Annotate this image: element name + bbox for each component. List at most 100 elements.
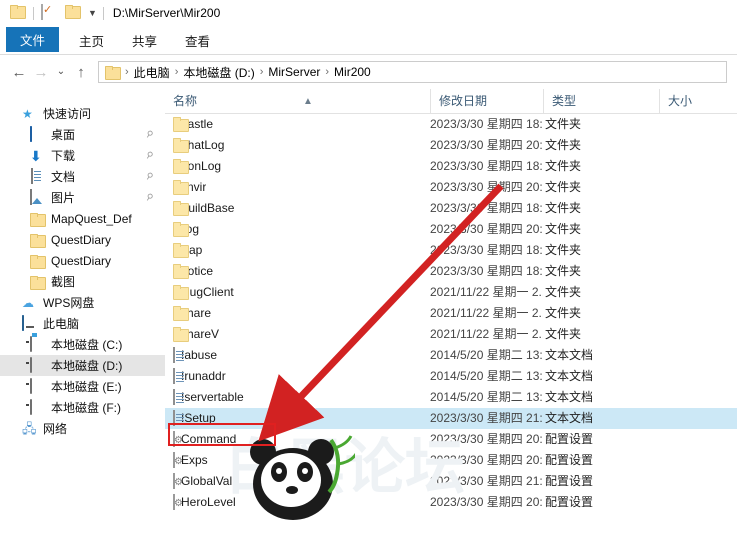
sidebar-item-4[interactable]: 图片 ⚲ [0, 187, 165, 208]
sidebar-item-2[interactable]: ⬇ 下载 ⚲ [0, 145, 165, 166]
tab-view[interactable]: 查看 [171, 26, 224, 54]
sidebar-item-9[interactable]: ☁ WPS网盘 [0, 292, 165, 313]
sidebar-item-13[interactable]: 本地磁盘 (E:) [0, 376, 165, 397]
file-name-label: Command [181, 432, 237, 446]
tab-home[interactable]: 主页 [65, 26, 118, 54]
cell-size [659, 114, 737, 135]
new-folder-icon[interactable] [65, 5, 81, 21]
table-row[interactable]: Map 2023/3/30 星期四 18:... 文件夹 [165, 240, 737, 261]
tab-share[interactable]: 共享 [118, 26, 171, 54]
column-header-date[interactable]: 修改日期 [430, 89, 543, 114]
sidebar-item-7[interactable]: QuestDiary [0, 250, 165, 271]
table-row[interactable]: !servertable 2014/5/20 星期二 13:... 文本文档 [165, 387, 737, 408]
pin-icon[interactable]: ⚲ [144, 149, 155, 162]
forward-arrow-icon[interactable]: → [30, 65, 52, 80]
sidebar-item-5[interactable]: MapQuest_Def [0, 208, 165, 229]
sidebar-item-6[interactable]: QuestDiary [0, 229, 165, 250]
cell-size [659, 240, 737, 261]
cell-name: PlugClient [165, 282, 430, 303]
sidebar-item-1[interactable]: 桌面 ⚲ [0, 124, 165, 145]
cell-type: 文本文档 [545, 390, 594, 404]
table-row[interactable]: ConLog 2023/3/30 星期四 18:... 文件夹 [165, 156, 737, 177]
cell-date: 2014/5/20 星期二 13:... [430, 348, 543, 362]
cell-name: ChatLog [165, 135, 430, 156]
cell-type: 文件夹 [545, 201, 582, 215]
pin-icon[interactable]: ⚲ [144, 170, 155, 183]
cell-size [659, 156, 737, 177]
table-row[interactable]: PlugClient 2021/11/22 星期一 2... 文件夹 [165, 282, 737, 303]
cell-name: ShareV [165, 324, 430, 345]
folder-icon [30, 274, 46, 290]
cell-size [659, 450, 737, 471]
table-row[interactable]: Share 2021/11/22 星期一 2... 文件夹 [165, 303, 737, 324]
cell-size [659, 177, 737, 198]
column-header-size[interactable]: 大小 [659, 89, 737, 114]
sidebar-item-3[interactable]: 文档 ⚲ [0, 166, 165, 187]
cell-date: 2023/3/30 星期四 21:... [430, 411, 543, 425]
sidebar-item-11[interactable]: 本地磁盘 (C:) [0, 334, 165, 355]
tab-file[interactable]: 文件 [6, 27, 60, 52]
pin-icon[interactable]: ⚲ [144, 191, 155, 204]
table-row[interactable]: Castle 2023/3/30 星期四 18:... 文件夹 [165, 114, 737, 135]
folder-icon[interactable] [10, 5, 26, 21]
network-icon: 🖧 [22, 420, 37, 436]
pin-icon[interactable]: ⚲ [144, 128, 155, 141]
cell-type: 配置设置 [545, 432, 594, 446]
folder-icon [173, 177, 179, 198]
customize-caret-icon[interactable]: ▼ [88, 8, 97, 18]
sidebar-item-10[interactable]: 此电脑 [0, 313, 165, 334]
back-arrow-icon[interactable]: ← [8, 65, 30, 80]
cell-size [659, 366, 737, 387]
breadcrumb-item-mirserver[interactable]: MirServer [264, 65, 324, 79]
cell-size [659, 492, 737, 513]
cell-name: !runaddr [165, 366, 430, 387]
table-row[interactable]: ChatLog 2023/3/30 星期四 20:... 文件夹 [165, 135, 737, 156]
cloud-icon: ☁ [22, 295, 34, 310]
table-row[interactable]: !abuse 2014/5/20 星期二 13:... 文本文档 [165, 345, 737, 366]
breadcrumb-item-drive-d[interactable]: 本地磁盘 (D:) [179, 64, 258, 81]
sidebar-item-12[interactable]: 本地磁盘 (D:) [0, 355, 165, 376]
sidebar-item-0[interactable]: ★ 快速访问 [0, 103, 165, 124]
cell-type: 文件夹 [545, 306, 582, 320]
cell-date: 2023/3/30 星期四 18:... [430, 201, 543, 215]
cell-size [659, 429, 737, 450]
cell-type: 文本文档 [545, 411, 594, 425]
config-file-icon [173, 450, 181, 471]
address-folder-icon [105, 65, 121, 80]
table-row[interactable]: GuildBase 2023/3/30 星期四 18:... 文件夹 [165, 198, 737, 219]
folder-icon [173, 240, 179, 261]
desktop-icon [30, 125, 46, 143]
folder-icon [30, 211, 46, 227]
column-header-name[interactable]: 名称 ▲ [165, 89, 430, 114]
cell-size: 1 [659, 408, 737, 429]
column-header-type[interactable]: 类型 [543, 89, 659, 114]
cell-date: 2014/5/20 星期二 13:... [430, 390, 543, 404]
cell-date: 2023/3/30 星期四 20:... [430, 453, 543, 467]
document-icon [30, 167, 46, 185]
table-row[interactable]: Notice 2023/3/30 星期四 18:... 文件夹 [165, 261, 737, 282]
sidebar-item-14[interactable]: 本地磁盘 (F:) [0, 397, 165, 418]
sidebar-item-label: QuestDiary [51, 253, 112, 268]
up-arrow-icon[interactable]: ↑ [70, 65, 92, 80]
breadcrumb-item-mir200[interactable]: Mir200 [330, 65, 375, 79]
properties-icon[interactable] [41, 4, 57, 21]
column-header-name-label: 名称 [173, 93, 198, 108]
breadcrumb[interactable]: › 此电脑 › 本地磁盘 (D:) › MirServer › Mir200 [98, 61, 727, 83]
table-row[interactable]: !runaddr 2014/5/20 星期二 13:... 文本文档 [165, 366, 737, 387]
sidebar-item-label: 本地磁盘 (E:) [51, 380, 122, 394]
sidebar-item-label: MapQuest_Def [51, 211, 132, 226]
cell-date: 2023/3/30 星期四 18:... [430, 117, 543, 131]
folder-icon [30, 253, 46, 269]
cell-date: 2023/3/30 星期四 20:... [430, 138, 543, 152]
sidebar-item-8[interactable]: 截图 [0, 271, 165, 292]
text-file-icon [173, 408, 181, 429]
sidebar-item-label: 本地磁盘 (D:) [51, 359, 123, 373]
table-row[interactable]: Log 2023/3/30 星期四 20:... 文件夹 [165, 219, 737, 240]
table-row[interactable]: Envir 2023/3/30 星期四 20:... 文件夹 [165, 177, 737, 198]
breadcrumb-item-this-pc[interactable]: 此电脑 [130, 64, 174, 81]
table-row[interactable]: ShareV 2021/11/22 星期一 2... 文件夹 [165, 324, 737, 345]
chevron-down-icon[interactable]: ⌄ [52, 67, 70, 77]
cell-type: 文件夹 [545, 285, 582, 299]
sidebar-item-15[interactable]: 🖧 网络 [0, 418, 165, 439]
cell-size [659, 282, 737, 303]
